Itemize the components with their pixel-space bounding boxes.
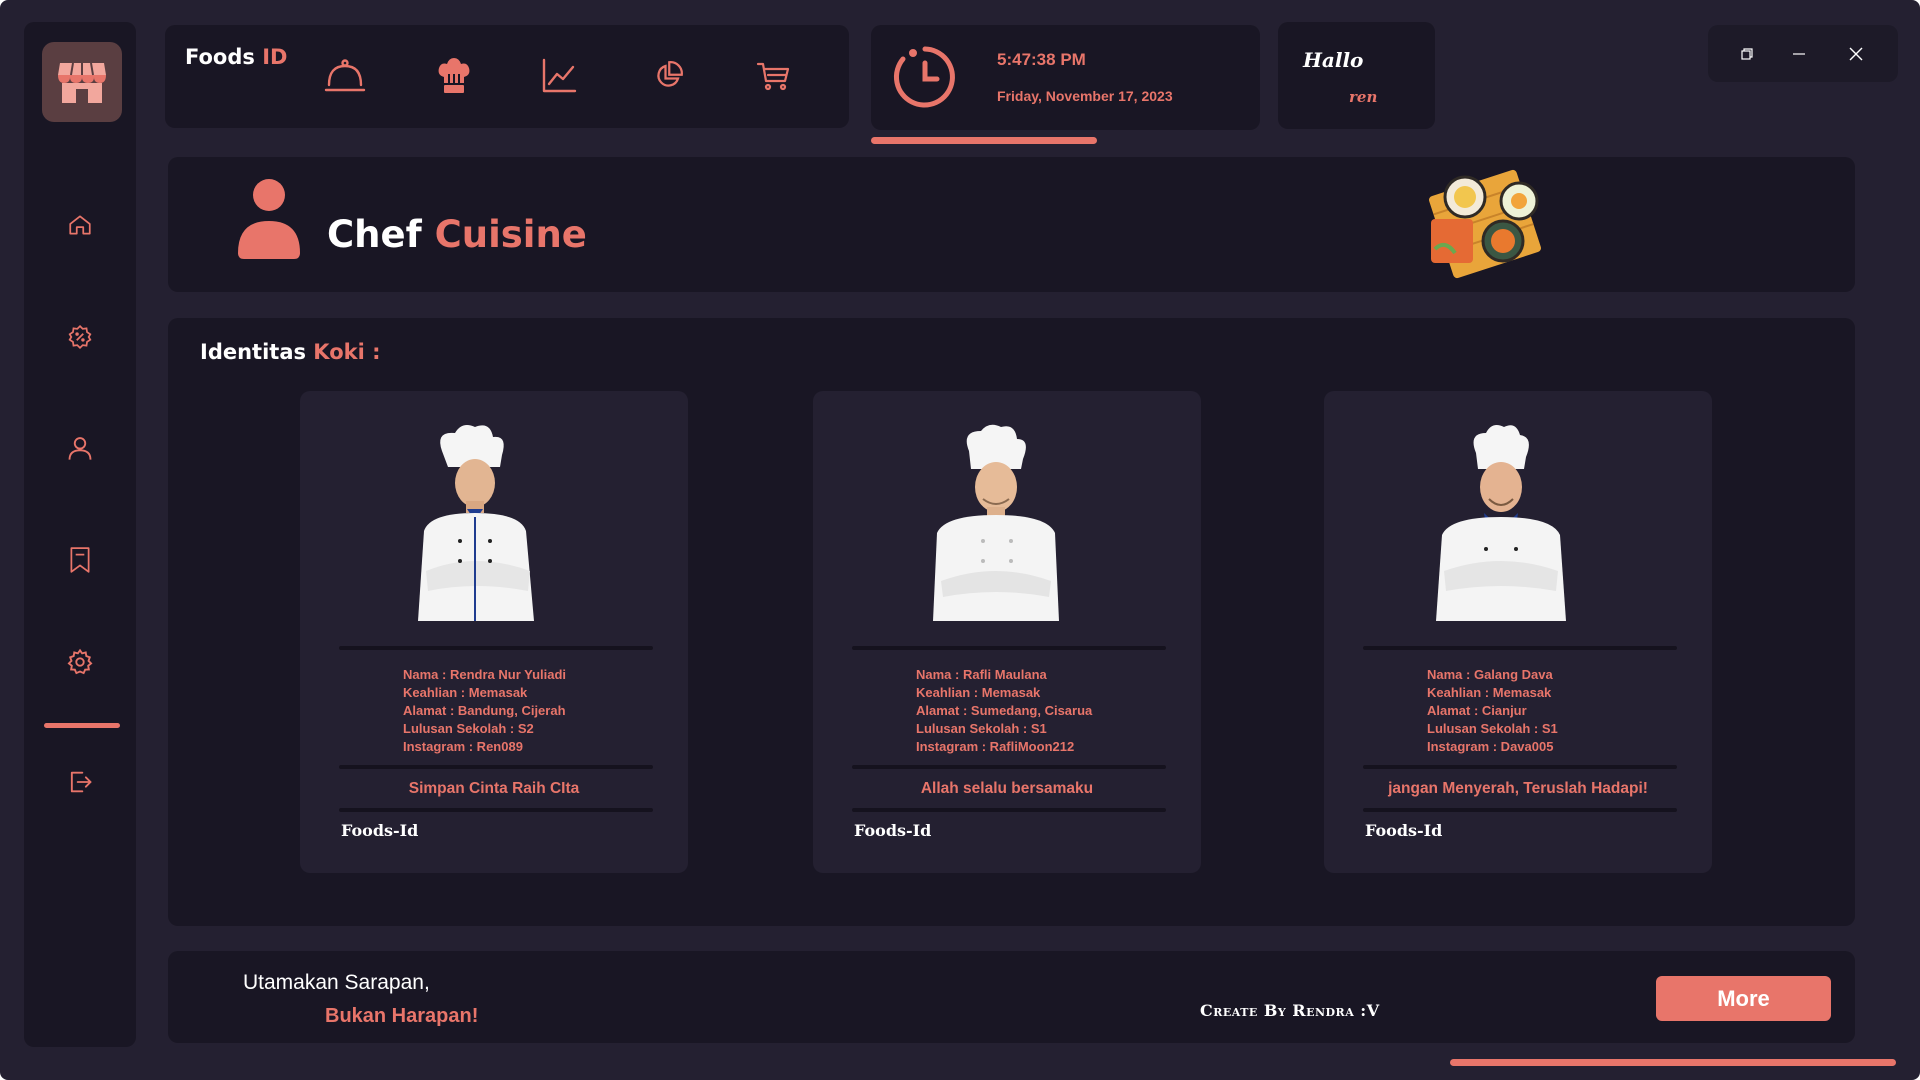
bottom-accent-bar [1450,1059,1896,1066]
chef-photo [893,421,1093,621]
card-divider [339,808,653,812]
brand-logo: Foods ID [185,45,287,69]
chef-instagram: Instagram : RafliMoon212 [916,739,1075,754]
chef-instagram: Instagram : Dava005 [1427,739,1554,754]
card-divider [1363,808,1677,812]
cloche-icon[interactable] [320,51,370,101]
chef-quote: Simpan Cinta Raih CIta [408,780,580,797]
minimize-button[interactable] [1784,39,1814,69]
card-divider [852,646,1166,650]
pie-chart-icon[interactable] [643,51,693,101]
logout-icon[interactable] [60,762,100,802]
clock-progress-bar [871,137,1097,144]
minimize-icon [1793,53,1805,55]
person-icon [236,177,302,264]
chef-quote: Allah selalu bersamaku [920,780,1094,797]
page-title-accent: Cuisine [434,213,587,256]
slogan-line-1: Utamakan Sarapan, [243,971,430,994]
chef-instagram: Instagram : Ren089 [403,739,523,754]
card-footer-label: Foods-Id [1365,821,1443,840]
chef-photo [1404,421,1604,621]
chef-details: Nama : Galang Dava Keahlian : Memasak Al… [1427,666,1558,756]
clock-icon [893,45,957,114]
user-icon[interactable] [60,428,100,468]
chef-skill: Keahlian : Memasak [916,685,1041,700]
sidebar [24,22,136,1047]
card-footer-label: Foods-Id [854,821,932,840]
card-divider [1363,765,1677,769]
restore-icon [1741,48,1753,60]
chef-name: Nama : Rendra Nur Yuliadi [403,667,567,682]
section-title: Identitas Koki : [200,340,381,364]
chef-quote: jangan Menyerah, Teruslah Hadapi! [1388,780,1648,797]
settings-gear-icon[interactable] [60,642,100,682]
chef-hat-icon[interactable] [429,51,479,101]
chef-education: Lulusan Sekolah : S1 [1427,721,1558,736]
close-button[interactable] [1841,39,1871,69]
card-divider [852,808,1166,812]
clock-panel: 5:47:38 PM Friday, November 17, 2023 [871,25,1260,130]
more-button[interactable]: More [1656,976,1831,1021]
discount-badge-icon[interactable] [60,317,100,357]
chef-card: Nama : Galang Dava Keahlian : Memasak Al… [1324,391,1712,873]
app-window: Foods ID 5:47:38 PM Friday, November 17,… [0,0,1920,1080]
card-divider [852,765,1166,769]
active-nav-indicator [44,723,120,728]
food-platter-illustration [1425,169,1545,284]
chef-identity-section: Identitas Koki : Nama : Rendra Nur Yulia… [168,318,1855,926]
section-title-main: Identitas [200,340,306,364]
card-divider [1363,646,1677,650]
chef-address: Alamat : Sumedang, Cisarua [916,703,1093,718]
chef-name: Nama : Rafli Maulana [916,667,1047,682]
page-title-main: Chef [327,213,422,256]
close-icon [1849,47,1863,61]
greeting-title: Hallo [1303,48,1364,72]
credit-text: Create By Rendra :V [1200,1001,1380,1020]
store-icon[interactable] [42,42,122,122]
chef-education: Lulusan Sekolah : S2 [403,721,534,736]
chef-name: Nama : Galang Dava [1427,667,1553,682]
cart-icon[interactable] [748,51,798,101]
window-controls [1708,25,1898,82]
chef-skill: Keahlian : Memasak [403,685,528,700]
clock-date: Friday, November 17, 2023 [997,88,1173,104]
home-icon[interactable] [60,205,100,245]
card-footer-label: Foods-Id [341,821,419,840]
greeting-panel: Hallo ren [1278,22,1435,129]
section-title-accent: Koki : [313,340,381,364]
chef-card: Nama : Rendra Nur Yuliadi Keahlian : Mem… [300,391,688,873]
card-divider [339,765,653,769]
chef-address: Alamat : Cianjur [1427,703,1527,718]
top-nav: Foods ID [165,25,849,128]
chef-details: Nama : Rafli Maulana Keahlian : Memasak … [916,666,1092,756]
restore-button[interactable] [1732,39,1762,69]
brand-accent: ID [262,45,288,69]
card-divider [339,646,653,650]
page-title: Chef Cuisine [327,213,587,256]
bookmark-icon[interactable] [60,540,100,580]
greeting-username: ren [1349,88,1378,106]
brand-main: Foods [185,45,255,69]
clock-time: 5:47:38 PM [997,50,1086,69]
page-header: Chef Cuisine [168,157,1855,292]
chef-address: Alamat : Bandung, Cijerah [403,703,566,718]
chef-card: Nama : Rafli Maulana Keahlian : Memasak … [813,391,1201,873]
line-chart-icon[interactable] [534,51,584,101]
chef-details: Nama : Rendra Nur Yuliadi Keahlian : Mem… [403,666,566,756]
footer-panel: Utamakan Sarapan, Bukan Harapan! Create … [168,951,1855,1043]
chef-skill: Keahlian : Memasak [1427,685,1552,700]
chef-education: Lulusan Sekolah : S1 [916,721,1047,736]
slogan-line-2: Bukan Harapan! [325,1005,479,1027]
chef-photo [380,421,580,621]
